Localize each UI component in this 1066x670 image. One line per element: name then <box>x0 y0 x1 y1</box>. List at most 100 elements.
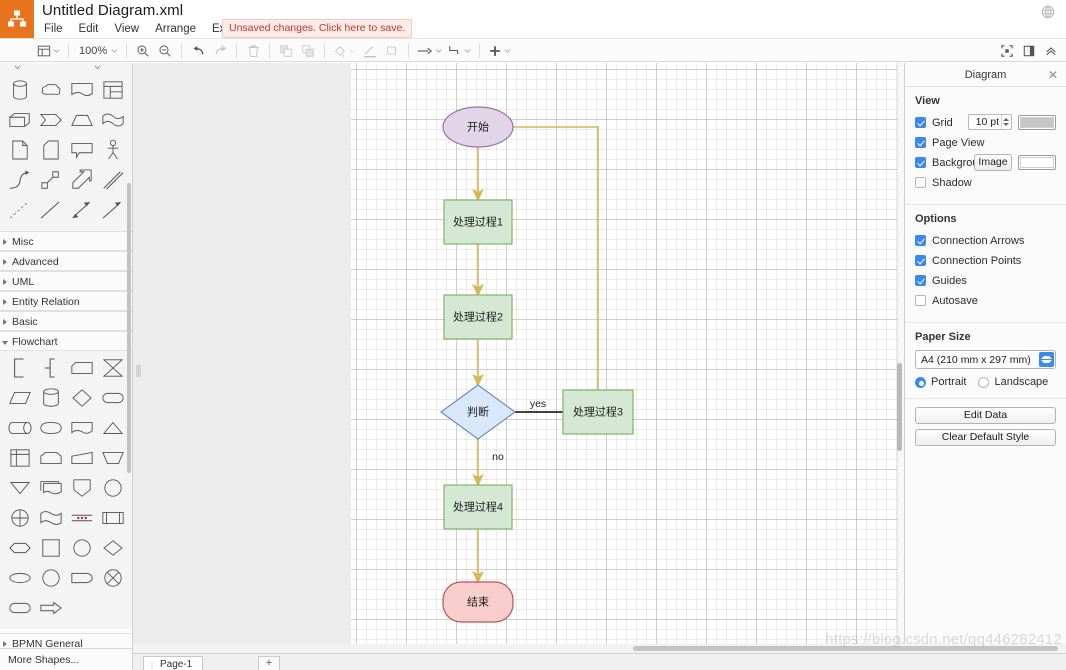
line-shape[interactable] <box>35 195 66 225</box>
grid-size-input[interactable] <box>969 115 1001 129</box>
delete-icon[interactable] <box>242 39 264 62</box>
toggle-panel-icon[interactable] <box>1018 39 1040 62</box>
close-icon[interactable]: ✕ <box>1048 63 1058 87</box>
terminator2-shape[interactable] <box>4 593 35 623</box>
undo-icon[interactable] <box>187 39 209 62</box>
manual-input-shape[interactable] <box>66 443 97 473</box>
note-shape[interactable] <box>4 135 35 165</box>
zoom-level-button[interactable]: 100% <box>74 39 121 62</box>
unsaved-changes-notice[interactable]: Unsaved changes. Click here to save. <box>222 19 413 38</box>
sidebar-section-uml[interactable]: UML <box>0 271 132 291</box>
page-tab[interactable]: ⋮ Page-1 <box>143 656 204 670</box>
actor-shape[interactable] <box>97 135 128 165</box>
database-shape[interactable] <box>35 383 66 413</box>
arrow-shape[interactable] <box>66 165 97 195</box>
or-shape[interactable] <box>4 503 35 533</box>
bring-to-front-icon[interactable] <box>275 39 297 62</box>
preparation-shape[interactable] <box>66 473 97 503</box>
loop-limit-shape[interactable] <box>35 413 66 443</box>
trapezoid-shape[interactable] <box>66 105 97 135</box>
diagram-canvas[interactable]: 开始 处理过程1 处理过程2 判断 处理过程3 处理过程4 结束 yes no <box>351 63 904 653</box>
chevron-updown-icon[interactable] <box>1039 352 1054 367</box>
sidebar-section-entity-relation[interactable]: Entity Relation <box>0 291 132 311</box>
connection-arrows-checkbox[interactable] <box>915 235 926 246</box>
hexagon-shape[interactable] <box>4 533 35 563</box>
collapse-icon[interactable] <box>1040 39 1062 62</box>
decision-shape[interactable] <box>66 383 97 413</box>
horizontal-scrollbar[interactable] <box>133 644 1066 653</box>
circle-shape[interactable] <box>66 533 97 563</box>
sidebar-section-misc[interactable]: Misc <box>0 231 132 251</box>
ellipse2-shape[interactable] <box>35 563 66 593</box>
double-line-shape[interactable] <box>97 165 128 195</box>
card-flow-shape[interactable] <box>35 503 66 533</box>
step-shape[interactable] <box>35 105 66 135</box>
fill-color-icon[interactable] <box>330 39 359 62</box>
zoom-in-icon[interactable] <box>132 39 154 62</box>
guides-checkbox[interactable] <box>915 275 926 286</box>
paper-size-select[interactable]: A4 (210 mm x 297 mm) <box>915 350 1056 369</box>
cylinder-shape[interactable] <box>4 75 35 105</box>
redo-icon[interactable] <box>209 39 231 62</box>
table-shape[interactable] <box>97 75 128 105</box>
document-title[interactable]: Untitled Diagram.xml <box>42 2 183 19</box>
node-start[interactable]: 开始 <box>442 106 514 148</box>
shadow-icon[interactable] <box>381 39 403 62</box>
directional-connector-shape[interactable] <box>97 195 128 225</box>
summing-junction-shape[interactable] <box>66 503 97 533</box>
background-color-swatch[interactable] <box>1018 155 1056 170</box>
document-flow-shape[interactable] <box>66 413 97 443</box>
sidebar-section-advanced[interactable]: Advanced <box>0 251 132 271</box>
rectangle-shape[interactable] <box>35 533 66 563</box>
grid-color-swatch[interactable] <box>1018 115 1056 130</box>
node-p4[interactable]: 处理过程4 <box>443 484 513 530</box>
cloud-shape[interactable] <box>35 75 66 105</box>
extract-shape[interactable] <box>97 413 128 443</box>
shadow-checkbox[interactable] <box>915 177 926 188</box>
cube-shape[interactable] <box>4 105 35 135</box>
card-shape[interactable] <box>35 135 66 165</box>
node-p1[interactable]: 处理过程1 <box>443 199 513 245</box>
line-color-icon[interactable] <box>359 39 381 62</box>
panel-divider-handle[interactable] <box>136 365 141 377</box>
waypoint-icon[interactable] <box>445 39 474 62</box>
node-p3[interactable]: 处理过程3 <box>562 389 634 435</box>
dashed-line-shape[interactable] <box>4 195 35 225</box>
connection-arrow-icon[interactable] <box>414 39 445 62</box>
callout-shape[interactable] <box>66 135 97 165</box>
node-decision[interactable]: 判断 <box>439 384 517 440</box>
menu-view[interactable]: View <box>106 21 147 37</box>
merge-shape[interactable] <box>4 473 35 503</box>
curve-shape[interactable] <box>4 165 35 195</box>
more-shapes-button[interactable]: More Shapes... <box>0 648 132 670</box>
xor-shape[interactable] <box>97 563 128 593</box>
canvas-vertical-scrollbar[interactable] <box>897 363 902 451</box>
menu-file[interactable]: File <box>36 21 71 37</box>
autosave-checkbox[interactable] <box>915 295 926 306</box>
hourglass-shape[interactable] <box>97 353 128 383</box>
add-page-button[interactable]: + <box>258 656 280 670</box>
tape-shape[interactable] <box>97 105 128 135</box>
node-p2[interactable]: 处理过程2 <box>443 294 513 340</box>
grid-size-spinner[interactable] <box>1001 115 1010 129</box>
background-image-button[interactable]: Image <box>974 154 1012 171</box>
grid-size-stepper[interactable] <box>968 114 1012 130</box>
arrow-block-shape[interactable] <box>35 593 66 623</box>
node-end[interactable]: 结束 <box>442 581 514 623</box>
page-menu-icon[interactable]: ⋮ <box>148 660 156 670</box>
tape-data-shape[interactable] <box>97 503 128 533</box>
rounded-process-shape[interactable] <box>66 353 97 383</box>
bidirectional-arrow-shape[interactable] <box>35 165 66 195</box>
portrait-radio[interactable] <box>915 376 926 388</box>
sidebar-section-basic[interactable]: Basic <box>0 311 132 331</box>
parallelogram-shape[interactable] <box>4 383 35 413</box>
connector-circle-shape[interactable] <box>97 473 128 503</box>
menu-edit[interactable]: Edit <box>71 21 107 37</box>
ellipse-shape[interactable] <box>4 563 35 593</box>
diamond-shape[interactable] <box>97 533 128 563</box>
terminator-shape[interactable] <box>97 383 128 413</box>
menu-arrange[interactable]: Arrange <box>147 21 204 37</box>
view-layout-button[interactable] <box>34 39 63 62</box>
document-shape[interactable] <box>66 75 97 105</box>
shapes-scrollbar[interactable] <box>127 183 131 473</box>
